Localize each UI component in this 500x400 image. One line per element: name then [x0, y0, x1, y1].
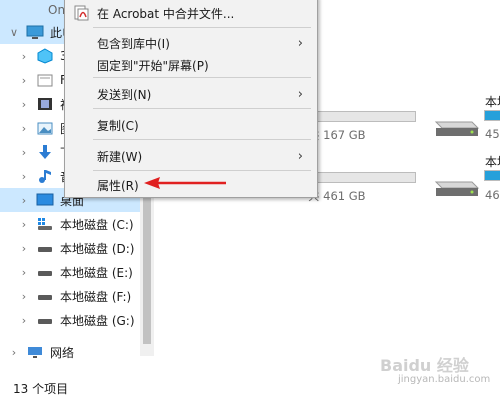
folder-icon [37, 74, 53, 87]
nav-item-drive-g[interactable]: › 本地磁盘 (G:) [0, 308, 140, 332]
drive-capacity-bar [314, 111, 416, 122]
chevron-down-icon[interactable]: ∨ [6, 26, 22, 39]
menu-separator [93, 139, 311, 140]
chevron-right-icon[interactable]: › [6, 346, 22, 359]
nav-label: 网络 [50, 345, 75, 360]
drive-capacity-text: 458 [485, 127, 500, 141]
drive-name: 本地 [485, 95, 500, 109]
menu-item-label: 发送到(N) [97, 87, 152, 102]
menu-item-pin-to-start[interactable]: 固定到"开始"屏幕(P) [65, 53, 317, 77]
nav-label: 本地磁盘 (G:) [60, 313, 135, 328]
drive-icon [38, 271, 52, 276]
capacity-fill [485, 111, 500, 120]
menu-separator [93, 170, 311, 171]
drive-icon [38, 295, 52, 300]
menu-item-acrobat-combine[interactable]: 在 Acrobat 中合并文件... [65, 1, 317, 25]
submenu-arrow-icon: › [297, 148, 303, 164]
nav-item-drive-d[interactable]: › 本地磁盘 (D:) [0, 236, 140, 260]
nav-item-drive-e[interactable]: › 本地磁盘 (E:) [0, 260, 140, 284]
hard-drive-icon[interactable] [432, 112, 480, 140]
context-menu: 在 Acrobat 中合并文件... 包含到库中(I) › 固定到"开始"屏幕(… [64, 0, 318, 198]
network-icon [28, 347, 42, 358]
chevron-right-icon[interactable]: › [16, 194, 32, 207]
watermark-url: jingyan.baidu.com [398, 374, 491, 385]
system-drive-icon [38, 218, 52, 230]
nav-label: 本地磁盘 (F:) [60, 289, 132, 304]
menu-item-label: 固定到"开始"屏幕(P) [97, 58, 209, 73]
nav-item-drive-f[interactable]: › 本地磁盘 (F:) [0, 284, 140, 308]
menu-separator [93, 27, 311, 28]
music-icon [39, 170, 51, 183]
drive-capacity-bar [484, 170, 500, 181]
chevron-right-icon[interactable]: › [16, 266, 32, 279]
submenu-arrow-icon: › [297, 35, 303, 51]
menu-item-new[interactable]: 新建(W) › [65, 144, 317, 168]
drive-capacity-text: 460 [485, 188, 500, 202]
nav-label: 本地磁盘 (C:) [60, 217, 134, 232]
capacity-fill [485, 171, 500, 180]
chevron-right-icon[interactable]: › [16, 290, 32, 303]
chevron-right-icon[interactable]: › [16, 50, 32, 63]
annotation-arrow-icon [144, 177, 226, 189]
nav-item-network[interactable]: › 网络 [0, 340, 140, 364]
menu-item-send-to[interactable]: 发送到(N) › [65, 82, 317, 106]
chevron-right-icon[interactable]: › [16, 242, 32, 255]
drive-capacity-bar [314, 172, 416, 183]
desktop-icon [36, 193, 54, 206]
menu-separator [93, 108, 311, 109]
nav-item-drive-c[interactable]: › 本地磁盘 (C:) [0, 212, 140, 236]
computer-icon [26, 25, 44, 39]
chevron-right-icon[interactable]: › [16, 98, 32, 111]
chevron-right-icon[interactable]: › [16, 314, 32, 327]
3d-objects-icon [37, 48, 53, 64]
menu-item-include-in-library[interactable]: 包含到库中(I) › [65, 31, 317, 55]
hard-drive-icon[interactable] [432, 172, 480, 200]
downloads-icon [39, 145, 51, 159]
drive-icon [38, 319, 52, 324]
menu-item-label: 属性(R) [97, 178, 139, 193]
chevron-right-icon[interactable]: › [16, 170, 32, 183]
menu-item-label: 在 Acrobat 中合并文件... [97, 6, 235, 21]
nav-label: 本地磁盘 (E:) [60, 265, 133, 280]
submenu-arrow-icon: › [297, 86, 303, 102]
videos-icon [38, 98, 52, 110]
menu-item-copy[interactable]: 复制(C) [65, 113, 317, 137]
drive-icon [38, 247, 52, 252]
acrobat-icon [74, 5, 89, 21]
pictures-icon [37, 122, 53, 135]
chevron-right-icon[interactable]: › [16, 146, 32, 159]
drive-name: 本地 [485, 155, 500, 169]
watermark: Baidu 经验 jingyan.baidu.com [360, 352, 500, 400]
nav-label: On [48, 3, 66, 17]
chevron-right-icon[interactable]: › [16, 74, 32, 87]
watermark-brand: Baidu 经验 [380, 356, 469, 375]
drive-capacity-bar [484, 110, 500, 121]
nav-label: 本地磁盘 (D:) [60, 241, 135, 256]
menu-item-label: 包含到库中(I) [97, 36, 170, 51]
item-count: 13 个项目 [13, 382, 69, 396]
menu-item-label: 新建(W) [97, 149, 143, 164]
menu-item-label: 复制(C) [97, 118, 139, 133]
chevron-right-icon[interactable]: › [16, 122, 32, 135]
menu-separator [93, 77, 311, 78]
chevron-right-icon[interactable]: › [16, 218, 32, 231]
